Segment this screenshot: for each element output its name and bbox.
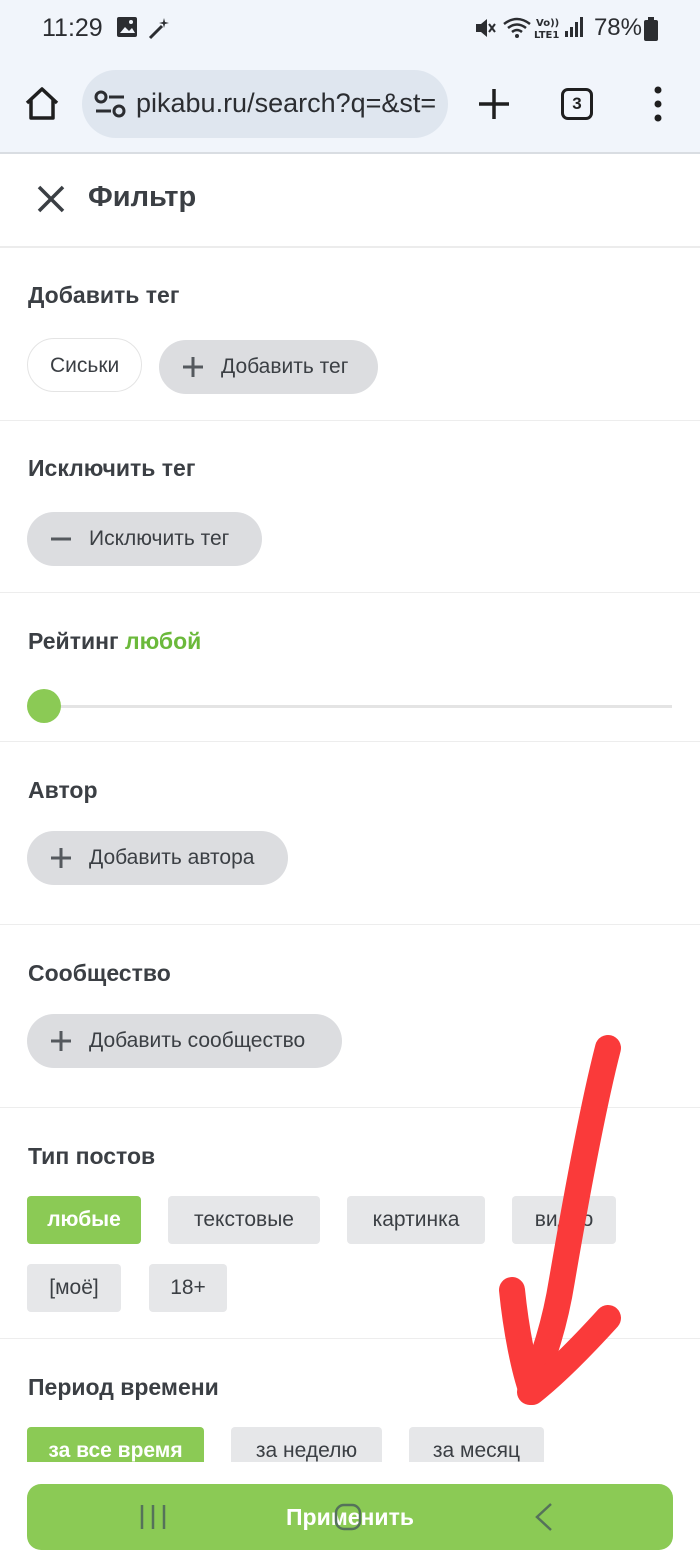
post-type-image[interactable]: картинка: [347, 1196, 485, 1244]
add-community-button-label: Добавить сообщество: [89, 1029, 306, 1052]
magic-wand-icon: [148, 18, 169, 40]
post-type-any[interactable]: любые: [27, 1196, 141, 1244]
exclude-tag-button-label: Исключить тег: [89, 527, 230, 550]
filter-header: Фильтр: [0, 154, 700, 248]
tabs-icon[interactable]: 3: [561, 88, 593, 120]
add-tag-title: Добавить тег: [28, 282, 180, 308]
more-vert-icon[interactable]: [650, 84, 666, 124]
red-arrow-annotation: [499, 1035, 621, 1405]
rating-title: Рейтинг любой: [28, 628, 201, 655]
rating-label: Рейтинг: [28, 628, 119, 654]
author-section: Автор Добавить автора: [0, 742, 700, 925]
gallery-icon: [117, 17, 137, 37]
home-icon[interactable]: [22, 84, 62, 124]
status-bar: 11:29 Vo)) LTE1 78%: [0, 0, 700, 60]
post-type-title: Тип постов: [28, 1143, 156, 1169]
plus-icon: [183, 357, 203, 377]
url-bar[interactable]: pikabu.ru/search?q=&st=: [82, 70, 448, 138]
volte-icon: Vo)) LTE1: [534, 18, 559, 41]
post-type-18plus[interactable]: 18+: [149, 1264, 227, 1312]
add-tag-button-label: Добавить тег: [221, 355, 349, 378]
close-icon[interactable]: [36, 184, 66, 214]
exclude-tag-button[interactable]: Исключить тег: [27, 512, 262, 566]
add-author-button-label: Добавить автора: [89, 846, 255, 869]
exclude-tag-section: Исключить тег Исключить тег: [0, 421, 700, 593]
community-title: Сообщество: [28, 960, 171, 986]
tab-count: 3: [572, 94, 582, 113]
browser-toolbar: pikabu.ru/search?q=&st= 3: [0, 60, 700, 154]
plus-icon: [51, 1031, 71, 1051]
plus-icon[interactable]: [476, 86, 512, 122]
recents-icon[interactable]: [138, 1502, 168, 1532]
plus-icon: [51, 848, 71, 868]
svg-text:LTE1: LTE1: [534, 30, 559, 41]
post-type-text[interactable]: текстовые: [168, 1196, 320, 1244]
svg-text:Vo)): Vo)): [536, 18, 559, 29]
tag-chip-label: Сиськи: [50, 354, 120, 377]
mute-icon: [476, 19, 496, 37]
back-icon[interactable]: [532, 1502, 556, 1532]
add-community-button[interactable]: Добавить сообщество: [27, 1014, 342, 1068]
post-type-mine[interactable]: [моё]: [27, 1264, 121, 1312]
battery-icon: [644, 17, 658, 41]
add-tag-button[interactable]: Добавить тег: [159, 340, 378, 394]
add-author-button[interactable]: Добавить автора: [27, 831, 288, 885]
rating-slider-track[interactable]: [44, 705, 672, 708]
rating-slider-thumb[interactable]: [27, 689, 61, 723]
signal-icon: [565, 17, 583, 37]
add-tag-section: Добавить тег Сиськи Добавить тег: [0, 248, 700, 421]
minus-icon: [51, 537, 71, 541]
status-time: 11:29: [42, 14, 103, 42]
rating-value: любой: [124, 628, 202, 654]
rating-section: Рейтинг любой: [0, 593, 700, 742]
wifi-icon: [503, 17, 531, 38]
exclude-tag-title: Исключить тег: [28, 455, 196, 481]
url-text: pikabu.ru/search?q=&st=: [136, 88, 437, 118]
page-title: Фильтр: [88, 181, 197, 213]
tag-chip[interactable]: Сиськи: [27, 338, 143, 392]
site-settings-icon[interactable]: [94, 90, 126, 118]
apply-bar: Применить: [0, 1462, 700, 1556]
period-title: Период времени: [28, 1374, 219, 1400]
author-title: Автор: [28, 777, 98, 803]
battery-percent: 78%: [593, 14, 642, 41]
home-nav-icon[interactable]: [333, 1502, 363, 1532]
